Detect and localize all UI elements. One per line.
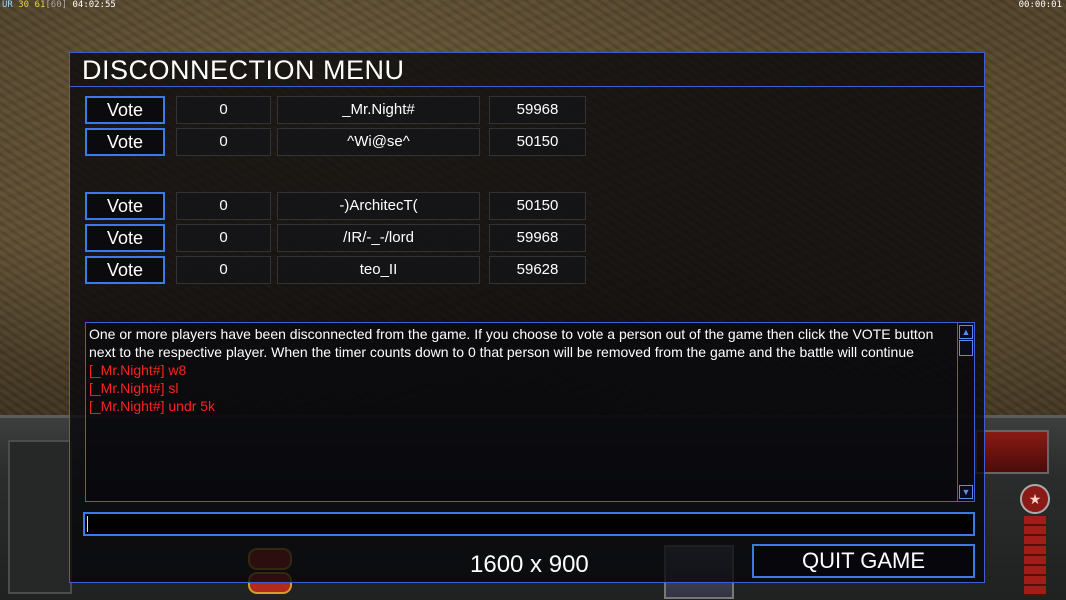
status-clock: 04:02:55 <box>72 0 116 10</box>
chat-message: [_Mr.Night#] undr 5k <box>89 398 216 414</box>
vote-button[interactable]: Vote <box>85 128 165 156</box>
vote-button[interactable]: Vote <box>85 192 165 220</box>
status-value-2: 61 <box>34 0 46 10</box>
system-message: One or more players have been disconnect… <box>89 326 934 360</box>
player-ping: 59968 <box>489 224 586 252</box>
status-value-3: [60] <box>45 0 68 10</box>
player-name: /IR/-_-/lord <box>277 224 480 252</box>
chat-message: [_Mr.Night#] w8 <box>89 362 187 378</box>
player-name: _Mr.Night# <box>277 96 480 124</box>
status-ur: UR <box>2 0 13 10</box>
star-icon: ★ <box>1020 484 1050 514</box>
text-caret <box>87 516 88 532</box>
hud-power-bar <box>975 430 1049 474</box>
status-left: UR 30 61[60] 04:02:55 <box>2 0 116 11</box>
hud-left-panel <box>8 440 72 594</box>
player-ping: 50150 <box>489 128 586 156</box>
status-game-timer: 00:00:01 <box>1018 0 1062 10</box>
vote-count: 0 <box>176 256 271 284</box>
menu-title: DISCONNECTION MENU <box>82 55 405 85</box>
chat-log: One or more players have been disconnect… <box>85 322 975 502</box>
vote-count: 0 <box>176 128 271 156</box>
vote-count: 0 <box>176 192 271 220</box>
status-bar: UR 30 61[60] 04:02:55 00:00:01 <box>0 0 1066 11</box>
title-divider <box>70 86 984 87</box>
vote-count: 0 <box>176 224 271 252</box>
chat-scrollbar[interactable]: ▲ ▼ <box>957 323 974 501</box>
quit-game-button[interactable]: QUIT GAME <box>752 544 975 578</box>
player-name: ^Wi@se^ <box>277 128 480 156</box>
resolution-label: 1600 x 900 <box>470 551 589 578</box>
player-name: teo_II <box>277 256 480 284</box>
player-ping: 59628 <box>489 256 586 284</box>
vote-count: 0 <box>176 96 271 124</box>
hud-power-meter <box>1024 516 1046 596</box>
vote-button[interactable]: Vote <box>85 96 165 124</box>
chat-input[interactable] <box>83 512 975 536</box>
player-name: -)ArchitecT( <box>277 192 480 220</box>
game-screen: ★ UR 30 61[60] 04:02:55 00:00:01 DISCONN… <box>0 0 1066 600</box>
scroll-down-arrow-icon[interactable]: ▼ <box>959 485 973 499</box>
player-ping: 50150 <box>489 192 586 220</box>
status-value-1: 30 <box>18 0 30 10</box>
scroll-thumb[interactable] <box>959 340 973 356</box>
vote-button[interactable]: Vote <box>85 256 165 284</box>
vote-button[interactable]: Vote <box>85 224 165 252</box>
scroll-up-arrow-icon[interactable]: ▲ <box>959 325 973 339</box>
player-ping: 59968 <box>489 96 586 124</box>
chat-message: [_Mr.Night#] sl <box>89 380 179 396</box>
